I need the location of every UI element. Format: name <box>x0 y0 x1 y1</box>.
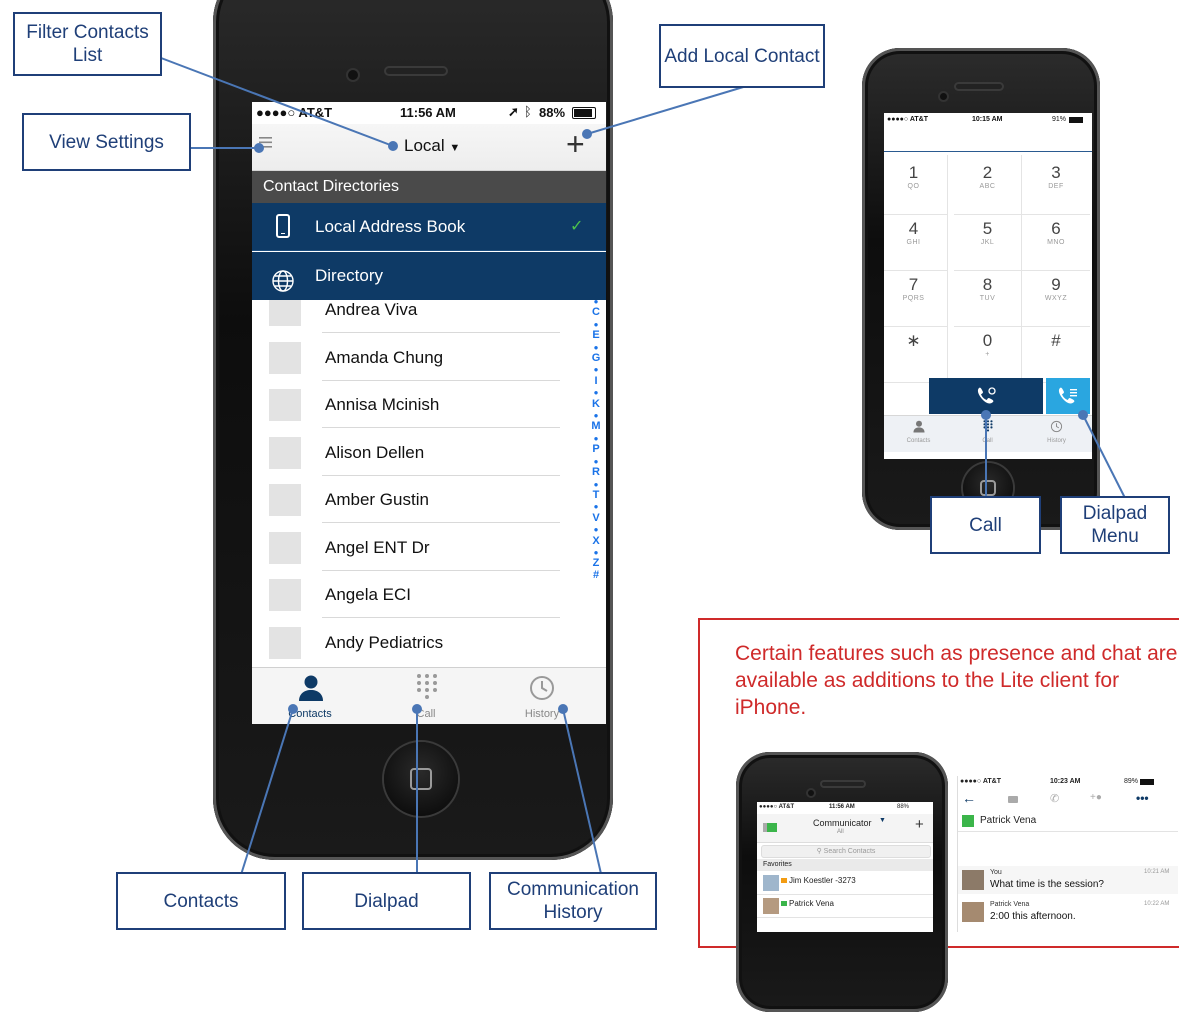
callout-view-settings: View Settings <box>22 113 191 171</box>
callout-communication-history: Communication History <box>489 872 657 930</box>
callout-filter-contacts: Filter Contacts List <box>13 12 162 76</box>
callout-contacts: Contacts <box>116 872 286 930</box>
callout-call: Call <box>930 496 1041 554</box>
callout-dialpad-menu: Dialpad Menu <box>1060 496 1170 554</box>
callout-dialpad: Dialpad <box>302 872 471 930</box>
callout-add-local-contact: Add Local Contact <box>659 24 825 88</box>
